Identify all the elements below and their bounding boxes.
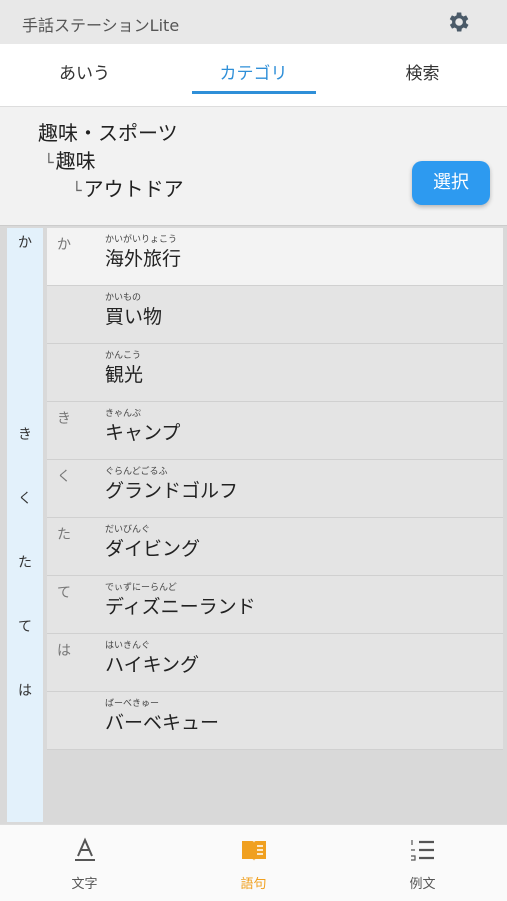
word-label: ディズニーランド — [105, 596, 256, 618]
index-bar[interactable]: か き く た て は — [7, 228, 43, 822]
tab-category[interactable]: カテゴリ — [169, 44, 338, 106]
numbered-list-icon — [411, 840, 434, 861]
word-label: キャンプ — [105, 422, 181, 444]
list-item[interactable]: かんこう 観光 — [47, 344, 503, 402]
list-item[interactable]: かいもの 買い物 — [47, 286, 503, 344]
active-tab-indicator — [192, 91, 316, 94]
list-item[interactable]: た だいびんぐ ダイビング — [47, 518, 503, 576]
section-kana: は — [57, 643, 71, 659]
list-item[interactable]: き きゃんぷ キャンプ — [47, 402, 503, 460]
nav-letters[interactable]: 文字 — [0, 825, 169, 901]
word-label: 買い物 — [105, 306, 163, 328]
nav-examples-label: 例文 — [409, 877, 436, 892]
breadcrumb-level-2: └ 趣味 — [44, 145, 96, 174]
tree-branch-icon: └ — [44, 153, 54, 172]
word-list: か かいがいりょこう 海外旅行 かいもの 買い物 かんこう 観光 き きゃんぷ … — [47, 228, 503, 750]
index-letter-ki[interactable]: き — [7, 424, 43, 444]
word-label: バーベキュー — [105, 712, 220, 734]
index-letter-ka[interactable]: か — [7, 232, 43, 252]
word-label: ダイビング — [105, 538, 201, 560]
section-kana: か — [57, 237, 71, 253]
nav-letters-label: 文字 — [71, 877, 98, 892]
nav-examples[interactable]: 例文 — [338, 825, 507, 901]
breadcrumb-level-3: └ アウトドア — [72, 173, 184, 202]
word-label: 海外旅行 — [105, 248, 182, 270]
app-title: 手話ステーションLite — [22, 16, 180, 35]
word-label: ハイキング — [105, 654, 200, 676]
breadcrumb-level-3-label: アウトドア — [83, 177, 184, 201]
section-kana: て — [57, 585, 71, 601]
word-label: 観光 — [105, 364, 144, 386]
index-letter-ku[interactable]: く — [7, 488, 43, 508]
breadcrumb-level-2-label: 趣味 — [55, 149, 96, 173]
list-item[interactable]: か かいがいりょこう 海外旅行 — [47, 228, 503, 286]
section-kana: た — [57, 527, 71, 543]
index-letter-ta[interactable]: た — [7, 552, 43, 572]
breadcrumb-level-1: 趣味・スポーツ — [38, 121, 178, 145]
tab-search[interactable]: 検索 — [338, 44, 507, 106]
letter-a-icon — [75, 837, 95, 861]
list-item[interactable]: て でぃずにーらんど ディズニーランド — [47, 576, 503, 634]
select-button[interactable]: 選択 — [412, 161, 490, 205]
index-letter-ha[interactable]: は — [7, 680, 43, 700]
tree-branch-icon: └ — [72, 181, 82, 200]
section-kana: く — [57, 469, 71, 485]
gear-icon[interactable] — [445, 9, 471, 35]
list-item[interactable]: は はいきんぐ ハイキング — [47, 634, 503, 692]
tab-bar: あいう カテゴリ 検索 — [0, 44, 507, 107]
list-item[interactable]: く ぐらんどごるふ グランドゴルフ — [47, 460, 503, 518]
title-bar: 手話ステーションLite — [0, 0, 507, 44]
tab-aiu[interactable]: あいう — [0, 44, 169, 106]
nav-phrases-label: 語句 — [240, 877, 267, 892]
word-label: グランドゴルフ — [105, 480, 239, 502]
book-icon — [242, 841, 266, 861]
section-kana: き — [57, 411, 71, 427]
nav-phrases[interactable]: 語句 — [169, 825, 338, 901]
index-letter-te[interactable]: て — [7, 616, 43, 636]
bottom-navigation: 文字 語句 例文 — [0, 824, 507, 901]
list-item[interactable]: ばーべきゅー バーベキュー — [47, 692, 503, 750]
